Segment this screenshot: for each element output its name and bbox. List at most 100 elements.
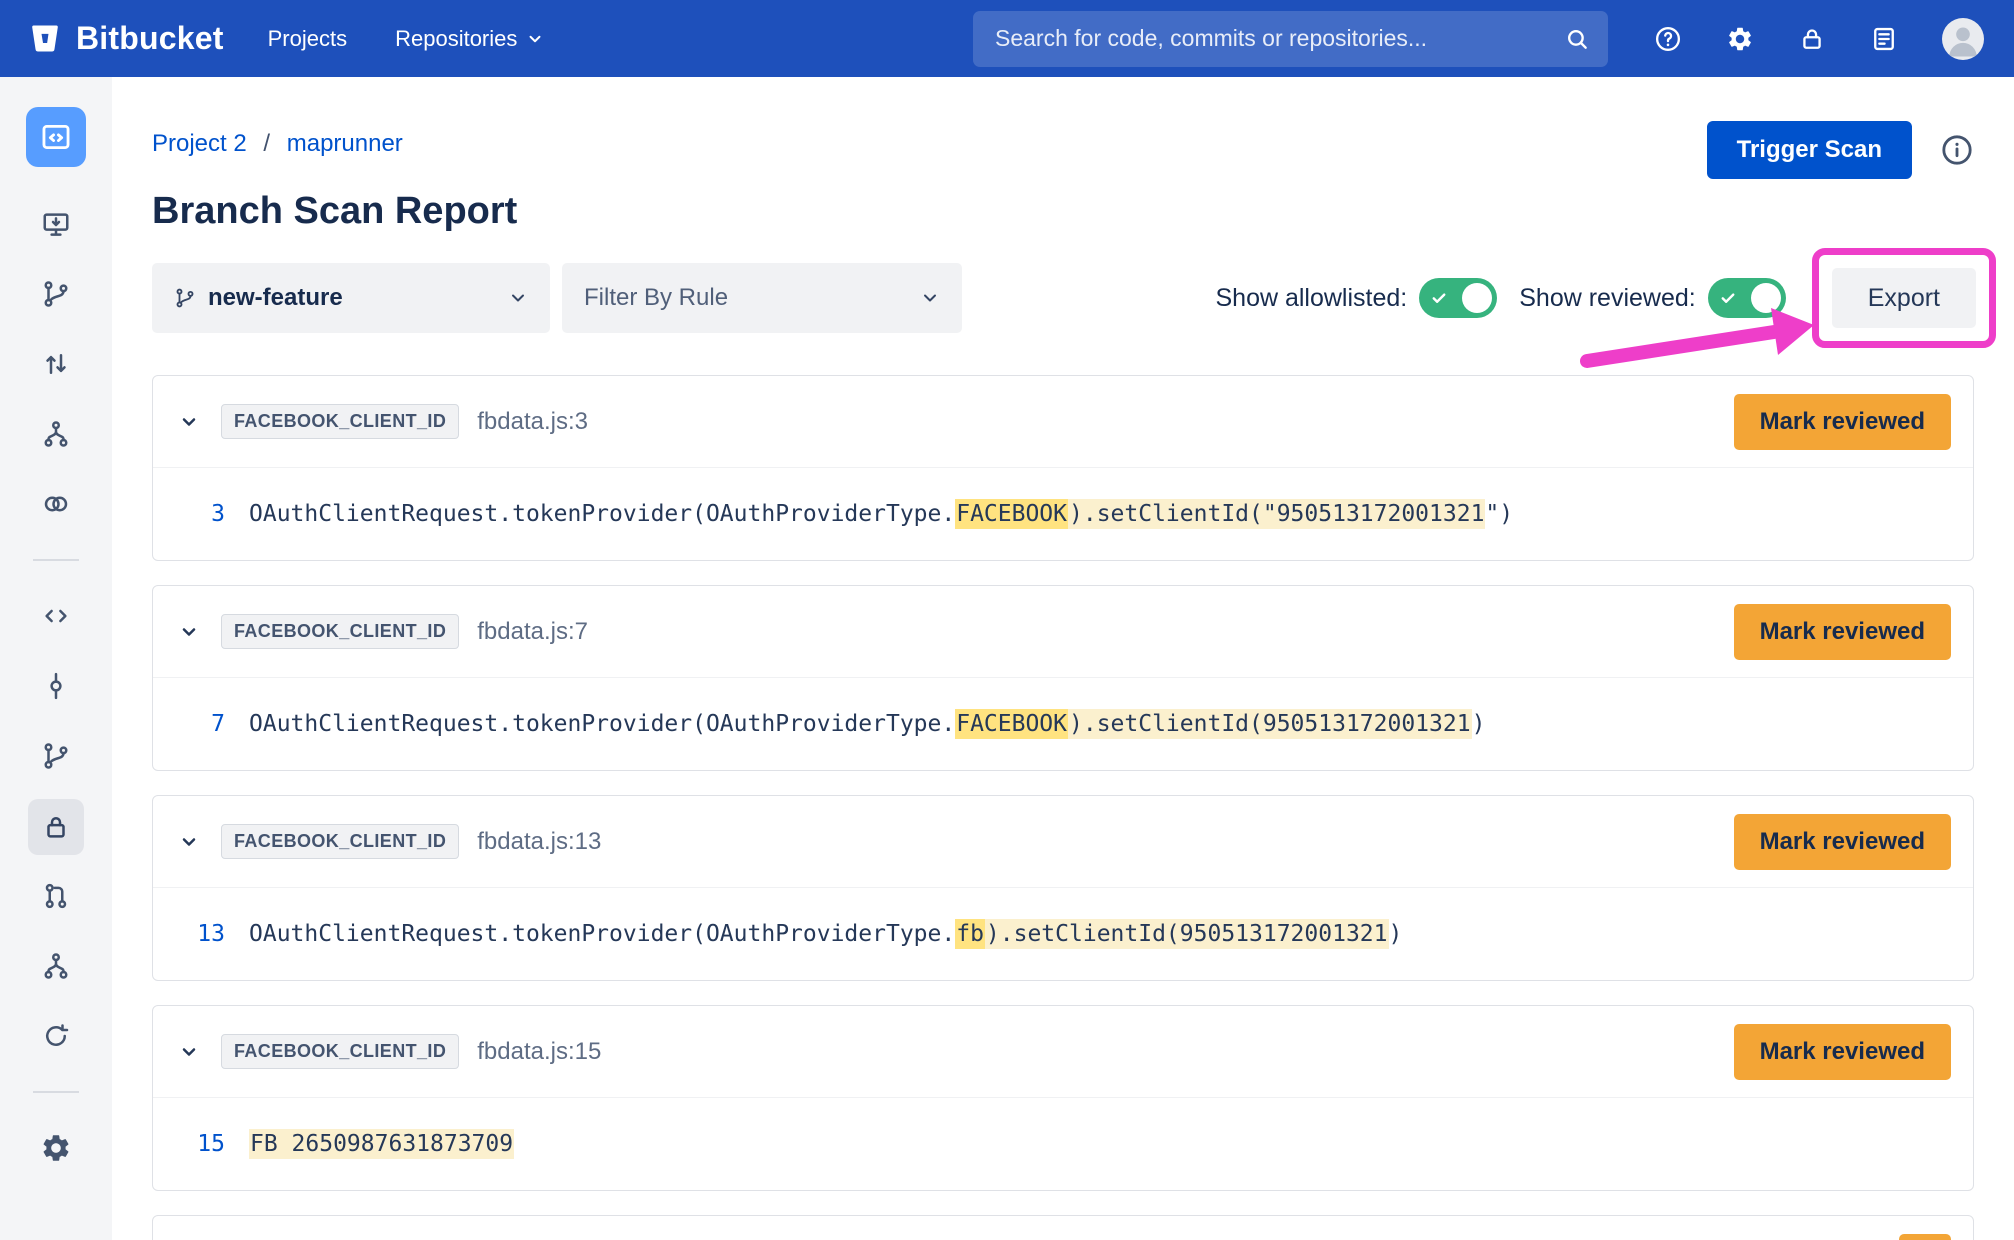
trigger-scan-button[interactable]: Trigger Scan xyxy=(1707,121,1912,179)
sidebar-item-settings[interactable] xyxy=(29,1121,83,1175)
finding-location: fbdata.js:13 xyxy=(477,828,601,856)
collapse-chevron-icon[interactable] xyxy=(179,622,213,642)
filter-row: new-feature Filter By Rule Show allowlis… xyxy=(152,263,1974,333)
rule-filter-value: Filter By Rule xyxy=(584,284,728,312)
pull-request-arrows-icon xyxy=(41,349,71,379)
finding-card: FACEBOOK_CLIENT_ID fbdata.js:15 Mark rev… xyxy=(152,1005,1974,1191)
finding-header: FACEBOOK_CLIENT_ID fbdata.js:13 Mark rev… xyxy=(153,796,1973,888)
sidebar xyxy=(0,77,112,1240)
breadcrumb-separator: / xyxy=(253,130,280,157)
changelog-icon[interactable] xyxy=(1870,25,1898,53)
main-content: Project 2 / maprunner Trigger Scan Branc… xyxy=(112,77,2014,1240)
export-button[interactable]: Export xyxy=(1832,268,1976,328)
nav-repositories[interactable]: Repositories xyxy=(395,26,544,52)
help-icon[interactable] xyxy=(1654,25,1682,53)
finding-code-row: 15 FB 2650987631873709 xyxy=(153,1098,1973,1190)
sidebar-item-commits[interactable] xyxy=(29,659,83,713)
sidebar-item-secret-scan-active[interactable] xyxy=(28,799,84,855)
mark-reviewed-button[interactable]: Mark reviewed xyxy=(1734,604,1951,660)
info-icon[interactable] xyxy=(1940,133,1974,167)
clone-icon xyxy=(41,209,71,239)
bitbucket-logo[interactable]: Bitbucket xyxy=(26,20,224,58)
line-number: 7 xyxy=(179,711,225,737)
finding-code-row: 13 OAuthClientRequest.tokenProvider(OAut… xyxy=(153,888,1973,980)
toggle-group: Show allowlisted: Show reviewed: xyxy=(1215,278,1785,318)
line-number: 3 xyxy=(179,501,225,527)
finding-header xyxy=(153,1216,1973,1240)
search-icon xyxy=(1564,26,1590,52)
commit-icon xyxy=(41,671,71,701)
rule-badge: FACEBOOK_CLIENT_ID xyxy=(221,824,459,859)
sidebar-item-branch-list[interactable] xyxy=(29,729,83,783)
finding-code-row: 3 OAuthClientRequest.tokenProvider(OAuth… xyxy=(153,468,1973,560)
collapse-chevron-icon[interactable] xyxy=(179,412,213,432)
finding-card: FACEBOOK_CLIENT_ID fbdata.js:3 Mark revi… xyxy=(152,375,1974,561)
finding-card: FACEBOOK_CLIENT_ID fbdata.js:13 Mark rev… xyxy=(152,795,1974,981)
mark-reviewed-button[interactable]: Mark reviewed xyxy=(1734,394,1951,450)
mark-reviewed-button[interactable]: Mark reviewed xyxy=(1734,1024,1951,1080)
rule-badge: FACEBOOK_CLIENT_ID xyxy=(221,614,459,649)
sidebar-item-branches[interactable] xyxy=(29,267,83,321)
check-icon xyxy=(1430,289,1448,307)
finding-header: FACEBOOK_CLIENT_ID fbdata.js:15 Mark rev… xyxy=(153,1006,1973,1098)
branch-selector-dropdown[interactable]: new-feature xyxy=(152,263,550,333)
finding-header: FACEBOOK_CLIENT_ID fbdata.js:7 Mark revi… xyxy=(153,586,1973,678)
avatar[interactable] xyxy=(1942,18,1984,60)
search-input[interactable] xyxy=(995,25,1564,52)
sidebar-item-pipelines[interactable] xyxy=(29,477,83,531)
branch-icon xyxy=(174,287,196,309)
findings-list: FACEBOOK_CLIENT_ID fbdata.js:3 Mark revi… xyxy=(152,375,1974,1240)
fork-icon xyxy=(41,951,71,981)
bitbucket-mark-icon xyxy=(26,20,64,58)
repository-icon xyxy=(39,120,73,154)
sidebar-item-repository[interactable] xyxy=(26,107,86,167)
breadcrumb-project-link[interactable]: Project 2 xyxy=(152,130,247,157)
show-reviewed-label: Show reviewed: xyxy=(1519,284,1695,313)
finding-card: FACEBOOK_CLIENT_ID fbdata.js:7 Mark revi… xyxy=(152,585,1974,771)
finding-header: FACEBOOK_CLIENT_ID fbdata.js:3 Mark revi… xyxy=(153,376,1973,468)
breadcrumb-repo-link[interactable]: maprunner xyxy=(287,130,403,157)
line-number: 13 xyxy=(179,921,225,947)
settings-gear-icon xyxy=(40,1132,72,1164)
line-number: 15 xyxy=(179,1131,225,1157)
top-nav: Projects Repositories xyxy=(268,26,545,52)
sidebar-item-clone[interactable] xyxy=(29,197,83,251)
sidebar-item-syncs[interactable] xyxy=(29,1009,83,1063)
check-icon xyxy=(1719,289,1737,307)
collapse-chevron-icon[interactable] xyxy=(179,1042,213,1062)
sidebar-item-forks-2[interactable] xyxy=(29,939,83,993)
sync-refresh-icon xyxy=(41,1021,71,1051)
pipelines-icon xyxy=(41,489,71,519)
show-allowlisted-toggle[interactable] xyxy=(1419,278,1497,318)
collapse-chevron-icon[interactable] xyxy=(179,832,213,852)
sidebar-divider xyxy=(33,1091,79,1093)
chevron-down-icon xyxy=(920,288,940,308)
sidebar-item-pull-requests-2[interactable] xyxy=(29,869,83,923)
mark-reviewed-button[interactable]: Mark reviewed xyxy=(1734,814,1951,870)
fork-icon xyxy=(41,419,71,449)
code-line: FB 2650987631873709 xyxy=(249,1131,514,1157)
rule-filter-dropdown[interactable]: Filter By Rule xyxy=(562,263,962,333)
mark-reviewed-button[interactable] xyxy=(1899,1234,1951,1240)
code-line: OAuthClientRequest.tokenProvider(OAuthPr… xyxy=(249,501,1513,527)
global-search[interactable] xyxy=(973,11,1608,67)
sidebar-divider xyxy=(33,559,79,561)
sidebar-item-forks[interactable] xyxy=(29,407,83,461)
rule-badge: FACEBOOK_CLIENT_ID xyxy=(221,1034,459,1069)
finding-location: fbdata.js:7 xyxy=(477,618,588,646)
sidebar-item-source[interactable] xyxy=(29,589,83,643)
sidebar-item-pull-requests[interactable] xyxy=(29,337,83,391)
page-title: Branch Scan Report xyxy=(152,189,1974,233)
finding-location: fbdata.js:3 xyxy=(477,408,588,436)
lock-icon[interactable] xyxy=(1798,25,1826,53)
branch-icon xyxy=(41,279,71,309)
code-line: OAuthClientRequest.tokenProvider(OAuthPr… xyxy=(249,921,1402,947)
finding-code-row: 7 OAuthClientRequest.tokenProvider(OAuth… xyxy=(153,678,1973,770)
settings-gear-icon[interactable] xyxy=(1726,25,1754,53)
toggle-knob xyxy=(1462,283,1492,313)
header-icons xyxy=(1654,18,1984,60)
top-nav-bar: Bitbucket Projects Repositories xyxy=(0,0,2014,77)
source-code-icon xyxy=(41,601,71,631)
show-reviewed-toggle[interactable] xyxy=(1708,278,1786,318)
nav-projects[interactable]: Projects xyxy=(268,26,347,52)
